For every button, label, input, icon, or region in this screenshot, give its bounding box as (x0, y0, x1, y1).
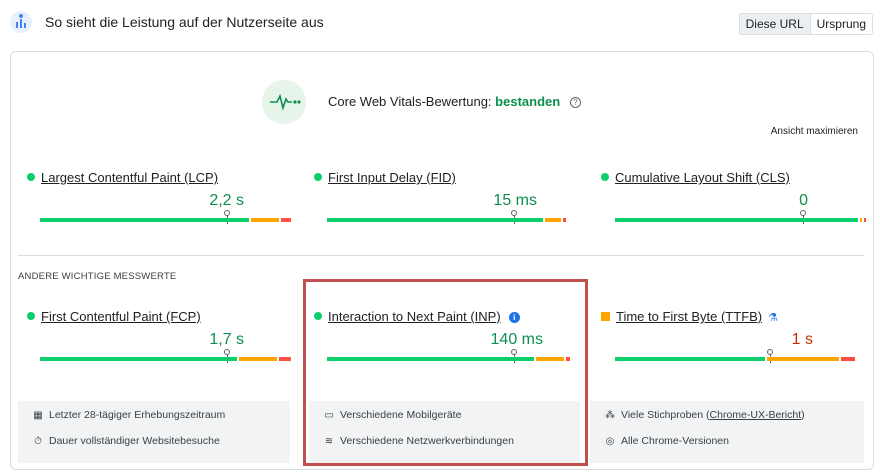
inp-highlight-box (303, 279, 588, 466)
flask-icon[interactable]: ⚗ (768, 311, 778, 324)
section-title: So sieht die Leistung auf der Nutzerseit… (45, 14, 324, 30)
metric-cls-title[interactable]: Cumulative Layout Shift (CLS) (601, 170, 790, 185)
metric-fid-label: First Input Delay (FID) (328, 170, 456, 185)
footer-duration-text: Dauer vollständiger Websitebesuche (49, 435, 220, 447)
metric-lcp-title[interactable]: Largest Contentful Paint (LCP) (27, 170, 218, 185)
url-origin-toggle: Diese URL Ursprung (738, 13, 873, 35)
chrome-icon: ◎ (605, 436, 615, 447)
cwv-label: Core Web Vitals-Bewertung: (328, 94, 492, 109)
cwv-status: bestanden (495, 94, 561, 109)
users-icon: ⁂ (605, 410, 615, 421)
cwv-assessment: Core Web Vitals-Bewertung: bestanden ? (328, 94, 581, 109)
this-url-button[interactable]: Diese URL (739, 14, 811, 34)
metric-ttfb-value: 1 s (791, 331, 813, 348)
footer-period-text: Letzter 28-tägiger Erhebungszeitraum (49, 409, 226, 421)
metric-ttfb-label: Time to First Byte (TTFB) (616, 309, 763, 324)
good-dot-icon (27, 173, 35, 181)
distribution-bar (40, 218, 291, 222)
metric-lcp-label: Largest Contentful Paint (LCP) (41, 170, 219, 185)
metric-lcp-value: 2,2 s (209, 192, 244, 209)
origin-button[interactable]: Ursprung (810, 14, 872, 34)
metric-fid: First Input Delay (FID) 15 ms (314, 170, 566, 240)
distribution-bar (327, 218, 566, 222)
good-dot-icon (27, 312, 35, 320)
metric-fid-title[interactable]: First Input Delay (FID) (314, 170, 456, 185)
footer-sample-info: ⁂ Viele Stichproben (Chrome-UX-Bericht) ◎… (590, 401, 864, 463)
footer-period: ▦ Letzter 28-tägiger Erhebungszeitraum (32, 409, 225, 421)
stopwatch-icon: ⏱ (34, 436, 42, 447)
metric-cls-label: Cumulative Layout Shift (CLS) (615, 170, 790, 185)
footer-samples-close: ) (801, 409, 805, 421)
metric-fcp: First Contentful Paint (FCP) 1,7 s (27, 309, 291, 379)
footer-versions-text: Alle Chrome-Versionen (621, 435, 729, 447)
metric-fcp-label: First Contentful Paint (FCP) (41, 309, 201, 324)
average-square-icon (601, 312, 610, 321)
pulse-icon (262, 80, 306, 124)
header: So sieht die Leistung auf der Nutzerseit… (0, 0, 880, 46)
metric-cls: Cumulative Layout Shift (CLS) 0 (601, 170, 866, 240)
help-icon[interactable]: ? (569, 97, 581, 108)
footer-versions: ◎ Alle Chrome-Versionen (604, 435, 729, 447)
good-dot-icon (314, 173, 322, 181)
distribution-bar (615, 357, 855, 361)
metric-lcp: Largest Contentful Paint (LCP) 2,2 s (27, 170, 291, 240)
footer-duration: ⏱ Dauer vollständiger Websitebesuche (32, 435, 220, 447)
divider (18, 255, 864, 256)
metric-ttfb: Time to First Byte (TTFB) ⚗ 1 s (601, 309, 855, 379)
footer-samples: ⁂ Viele Stichproben (Chrome-UX-Bericht) (604, 409, 805, 421)
crux-icon (10, 11, 32, 33)
other-metrics-heading: ANDERE WICHTIGE MESSWERTE (18, 271, 177, 282)
calendar-icon: ▦ (33, 410, 43, 421)
metric-ttfb-title[interactable]: Time to First Byte (TTFB) ⚗ (601, 309, 778, 324)
metric-fcp-value: 1,7 s (209, 331, 244, 348)
crux-report-link[interactable]: Chrome-UX-Bericht (710, 409, 802, 421)
distribution-bar (40, 357, 291, 361)
metric-fcp-title[interactable]: First Contentful Paint (FCP) (27, 309, 201, 324)
footer-collection-info: ▦ Letzter 28-tägiger Erhebungszeitraum ⏱ D… (18, 401, 290, 463)
metric-fid-value: 15 ms (493, 192, 537, 209)
metric-cls-value: 0 (799, 192, 808, 209)
maximize-view-link[interactable]: Ansicht maximieren (771, 126, 858, 137)
footer-samples-text: Viele Stichproben ( (621, 409, 710, 421)
distribution-bar (615, 218, 866, 222)
good-dot-icon (601, 173, 609, 181)
